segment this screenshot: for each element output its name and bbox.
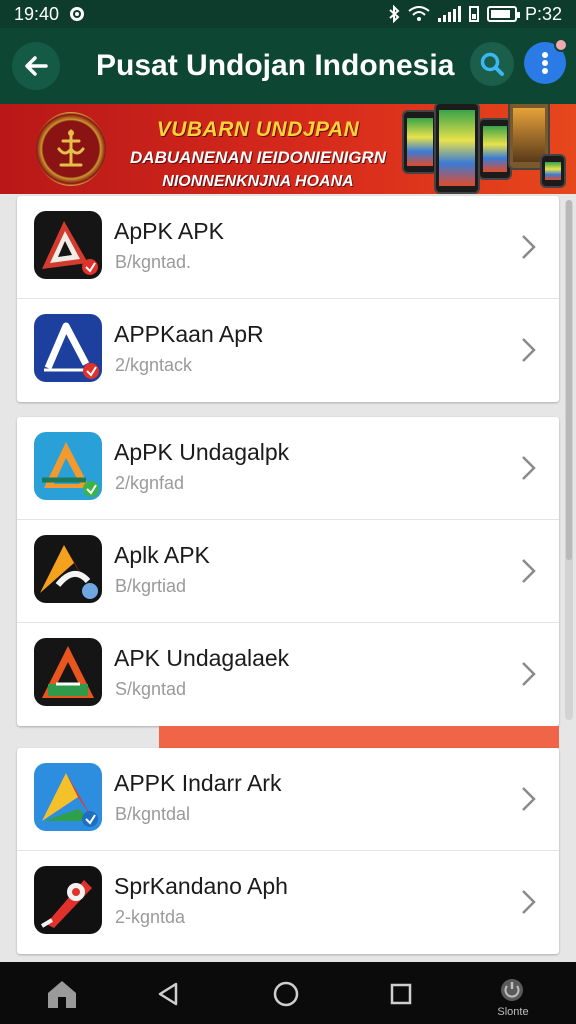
square-recents-icon (390, 983, 412, 1005)
chevron-right-icon (522, 338, 536, 362)
list-item-subtitle: 2-kgntda (115, 907, 186, 927)
bluetooth-icon (389, 5, 400, 23)
apk-logo-icon (34, 211, 102, 279)
chevron-right-icon (522, 235, 536, 259)
banner-phones-illustration (400, 104, 576, 194)
nav-recents-button[interactable] (381, 974, 421, 1014)
power-icon (501, 979, 523, 1001)
list-item-name: Aplk APK (114, 542, 210, 568)
emblem-logo (36, 112, 106, 186)
scrollbar[interactable] (565, 200, 573, 720)
list-item-name: SprKandano Aph (114, 873, 288, 899)
promo-banner[interactable]: VUBARN UNDJPAN DABUANENAN IEIDONIENIGRN … (0, 104, 576, 194)
wifi-icon (408, 6, 430, 21)
orange-accent-strip (159, 726, 559, 748)
status-bar: 19:40 P:32 (0, 0, 576, 28)
apk-logo-icon (34, 432, 102, 500)
list-item-subtitle: 2/kgnfad (115, 473, 185, 493)
system-nav-bar: Slonte (0, 962, 576, 1024)
apk-logo-icon (34, 314, 102, 382)
more-options-button[interactable] (524, 38, 568, 84)
sim-icon (468, 6, 479, 22)
list-item[interactable]: Aplk APK B/kgrtiad (17, 520, 559, 623)
triangle-back-icon (158, 982, 178, 1006)
list-item-name: ApPK APK (114, 218, 224, 244)
nav-extra-label: Slonte (497, 1006, 529, 1018)
whatsapp-icon (70, 7, 85, 21)
list-item[interactable]: APPKaan ApR 2/kgntack (17, 299, 559, 402)
chevron-right-icon (522, 662, 536, 686)
signal-icon (437, 6, 461, 22)
list-item[interactable]: APK Undagalaek S/kgntad (17, 623, 559, 726)
apk-logo-icon (34, 866, 102, 934)
search-button[interactable] (470, 42, 514, 86)
apk-logo-icon (34, 638, 102, 706)
scrollbar-thumb[interactable] (566, 200, 572, 560)
banner-text: VUBARN UNDJPAN DABUANENAN IEIDONIENIGRN … (118, 118, 398, 191)
list-item[interactable]: SprKandano Aph 2-kgntda (17, 851, 559, 954)
banner-line-3: NIONNENKNJNA HOANA (162, 173, 354, 190)
list-item-subtitle: S/kgntad (115, 679, 187, 699)
app-list-card-1: ApPK APK B/kgntad. APPKaan ApR 2/kgntack (17, 196, 559, 402)
list-item[interactable]: ApPK APK B/kgntad. (17, 196, 559, 299)
nav-home-button[interactable] (42, 974, 82, 1014)
list-item-subtitle: B/kgrtiad (115, 576, 187, 596)
list-item[interactable]: APPK Indarr Ark B/kgntdal (17, 748, 559, 851)
app-list-card-3: APPK Indarr Ark B/kgntdal SprKandano Aph… (17, 748, 559, 954)
banner-headline: VUBARN UNDJPAN (156, 118, 360, 141)
page-title: Pusat Undojan Indonesia (96, 49, 455, 82)
list-item[interactable]: ApPK Undagalpk 2/kgnfad (17, 417, 559, 520)
chevron-right-icon (522, 787, 536, 811)
chevron-right-icon (522, 559, 536, 583)
nav-extra-button[interactable] (492, 970, 532, 1010)
status-time-right: P:32 (524, 3, 562, 24)
back-button[interactable] (12, 42, 60, 90)
chevron-right-icon (522, 456, 536, 480)
more-vertical-icon (542, 52, 548, 74)
home-icon (48, 981, 76, 1008)
list-item-name: APPK Indarr Ark (114, 770, 282, 796)
list-item-subtitle: B/kgntad. (115, 252, 192, 272)
list-item-subtitle: B/kgntdal (115, 804, 191, 824)
apk-logo-icon (34, 763, 102, 831)
status-time-left: 19:40 (14, 3, 60, 24)
circle-home-icon (273, 981, 299, 1007)
notification-badge (554, 38, 568, 52)
battery-icon (486, 6, 520, 22)
list-item-name: APPKaan ApR (114, 321, 264, 347)
list-item-name: APK Undagalaek (114, 645, 290, 671)
nav-home-circle-button[interactable] (266, 974, 306, 1014)
banner-line-2: DABUANENAN IEIDONIENIGRN (130, 148, 386, 167)
list-item-subtitle: 2/kgntack (115, 355, 193, 375)
chevron-right-icon (522, 890, 536, 914)
list-item-name: ApPK Undagalpk (114, 439, 290, 465)
arrow-left-icon (25, 56, 48, 76)
app-list-card-2: ApPK Undagalpk 2/kgnfad Aplk APK B/kgrti… (17, 417, 559, 726)
apk-logo-icon (34, 535, 102, 603)
nav-back-button[interactable] (148, 974, 188, 1014)
app-bar: Pusat Undojan Indonesia (0, 28, 576, 104)
search-icon (480, 52, 504, 76)
